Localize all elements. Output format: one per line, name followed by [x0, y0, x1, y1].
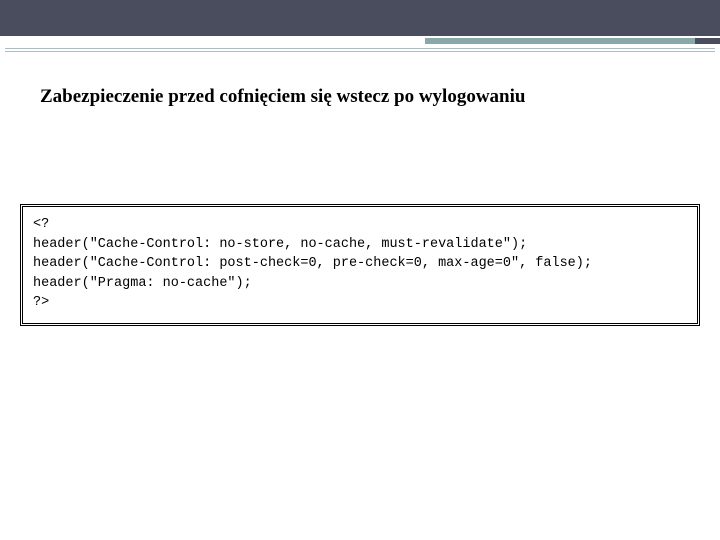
top-bar: [0, 0, 720, 36]
slide-heading: Zabezpieczenie przed cofnięciem się wste…: [40, 86, 680, 108]
slide: Zabezpieczenie przed cofnięciem się wste…: [0, 0, 720, 540]
code-content: <? header("Cache-Control: no-store, no-c…: [33, 215, 687, 313]
header-underline: [5, 48, 715, 52]
code-block: <? header("Cache-Control: no-store, no-c…: [20, 204, 700, 326]
